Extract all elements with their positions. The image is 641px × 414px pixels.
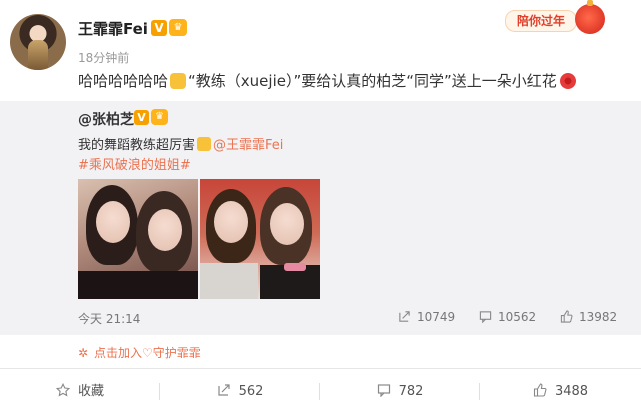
post-time[interactable]: 18分钟前: [78, 49, 129, 66]
repost-mention-link[interactable]: @王霏霏Fei: [213, 138, 283, 153]
new-year-badge[interactable]: 陪你过年: [505, 0, 615, 36]
photo2-face-right: [270, 203, 304, 245]
share-icon: [399, 311, 410, 322]
photo1-clothing: [78, 271, 198, 299]
repost-topic-link[interactable]: #乘风破浪的姐姐#: [78, 154, 191, 173]
repost-comment-count: 10562: [498, 310, 537, 324]
verified-icon: V: [151, 20, 167, 36]
favorite-button[interactable]: 收藏: [0, 369, 160, 414]
new-year-badge-label: 陪你过年: [505, 10, 577, 32]
sparkle-icon: ✲: [78, 346, 89, 360]
post-text-main: “教练（xuejie）”要给认真的柏芝“同学”送上一朵小红花: [188, 72, 557, 90]
repost-text: 我的舞蹈教练超厉害 @王霏霏Fei: [78, 134, 283, 153]
like-icon: [533, 383, 547, 397]
repost-author[interactable]: @张柏芝: [78, 109, 134, 129]
like-count: 3488: [554, 384, 589, 399]
post-content: 哈哈哈哈哈哈 “教练（xuejie）”要给认真的柏芝“同学”送上一朵小红花: [78, 70, 576, 91]
photo2-sweater: [200, 263, 258, 299]
avatar-figure: [28, 40, 48, 70]
guard-fan-label: 点击加入♡守护霏霏: [94, 346, 201, 360]
comment-icon: [479, 311, 492, 323]
repost-verified-icon: V: [134, 110, 149, 125]
repost-like-count: 13982: [579, 310, 618, 324]
photo1-face-left: [96, 201, 130, 243]
repost-block[interactable]: @张柏芝 V ♛ 我的舞蹈教练超厉害 @王霏霏Fei #乘风破浪的姐姐# 今天 2…: [0, 101, 641, 335]
like-button[interactable]: 3488: [480, 369, 641, 414]
avatar[interactable]: [10, 14, 66, 70]
share-icon: [217, 384, 230, 396]
member-level-icon: ♛: [169, 19, 187, 36]
repost-text-body: 我的舞蹈教练超厉害: [78, 138, 196, 153]
repost-comment-stat[interactable]: 10562: [479, 310, 536, 324]
comment-icon: [377, 384, 390, 397]
favorite-label: 收藏: [77, 384, 104, 399]
weibo-post-card: 王霏霏Fei V ♛ 18分钟前 陪你过年 哈哈哈哈哈哈 “教练（xuejie）”…: [0, 0, 641, 413]
photo2-pink-strap: [284, 263, 306, 271]
thumbs-up-emoji-icon: [197, 137, 212, 151]
repost-member-level-icon: ♛: [151, 109, 168, 125]
repost-button[interactable]: 562: [160, 369, 320, 414]
photo1-face-right: [148, 209, 182, 251]
lantern-icon: [575, 0, 605, 34]
star-icon: [55, 383, 70, 397]
red-flower-emoji-icon: [559, 73, 576, 89]
repost-like-stat[interactable]: 13982: [560, 310, 617, 324]
repost-photo-1[interactable]: [78, 179, 198, 299]
like-icon: [560, 310, 573, 323]
photo2-face-left: [214, 201, 248, 243]
hand-emoji-icon: [170, 73, 187, 89]
guard-fan-link[interactable]: ✲ 点击加入♡守护霏霏: [78, 344, 201, 361]
repost-photo-2[interactable]: [200, 179, 320, 299]
comment-button[interactable]: 782: [320, 369, 480, 414]
comment-count: 782: [398, 384, 424, 399]
repost-share-stat[interactable]: 10749: [398, 310, 455, 324]
action-bar: 收藏 562 782 3488: [0, 368, 641, 414]
repost-time[interactable]: 今天 21:14: [78, 310, 140, 327]
author-name[interactable]: 王霏霏Fei: [78, 18, 148, 39]
repost-count: 562: [238, 384, 264, 399]
repost-share-count: 10749: [417, 310, 456, 324]
post-text-laugh: 哈哈哈哈哈哈: [78, 72, 169, 90]
